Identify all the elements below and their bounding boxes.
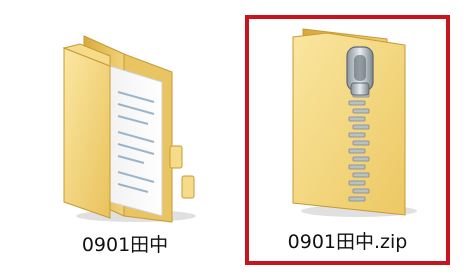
folder-icon: [62, 35, 196, 223]
file-view: 0901田中 0901田中.zip: [0, 0, 475, 280]
file-name-label: 0901田中.zip: [287, 231, 408, 253]
file-item-folder[interactable]: 0901田中: [14, 8, 236, 266]
file-name-label: 0901田中: [81, 234, 169, 256]
file-item-zip[interactable]: 0901田中.zip: [245, 15, 450, 265]
zip-folder-icon: [292, 28, 417, 217]
